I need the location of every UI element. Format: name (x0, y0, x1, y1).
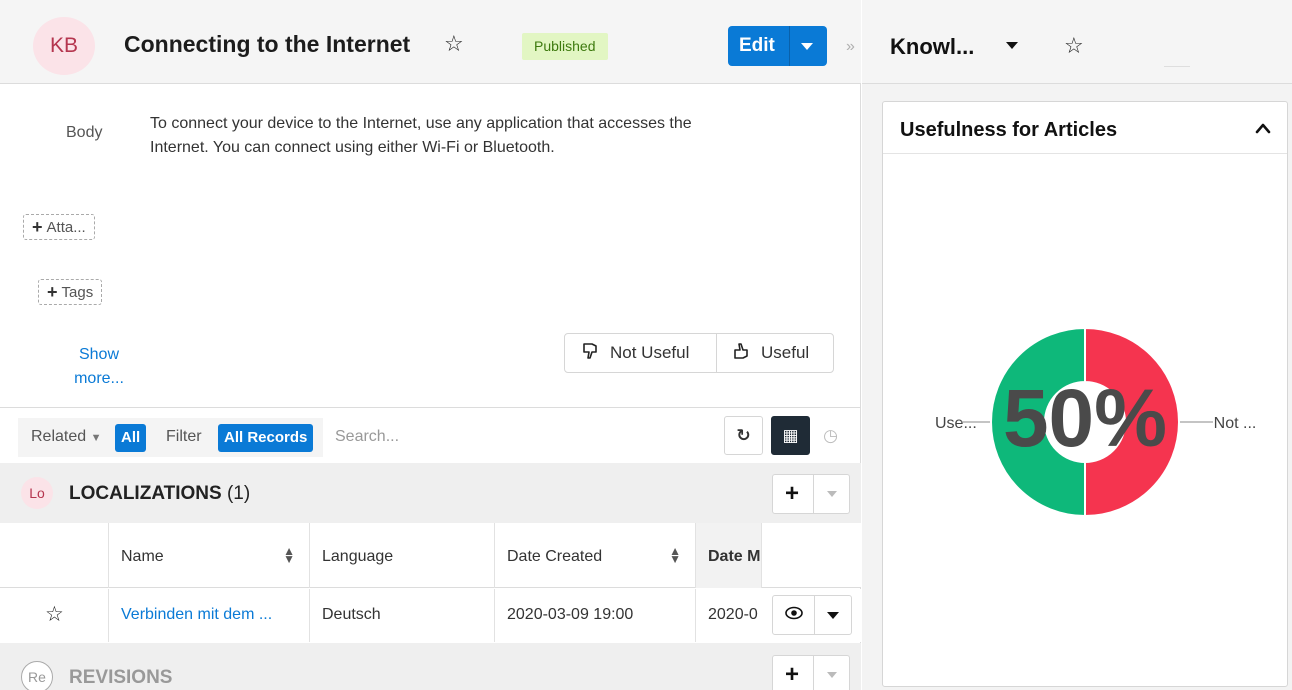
favorite-star-icon[interactable]: ☆ (444, 31, 464, 57)
status-badge[interactable]: Published (522, 33, 608, 60)
body-field-value[interactable]: To connect your device to the Internet, … (150, 112, 700, 160)
edit-button-divider (789, 26, 790, 66)
usefulness-vote-group: Not Useful Useful (564, 333, 834, 373)
add-divider (813, 656, 814, 690)
collapse-chevron-icon[interactable] (1255, 118, 1271, 139)
preview-eye-icon[interactable] (785, 606, 803, 625)
edit-button[interactable]: Edit (728, 26, 827, 66)
related-label: Related (31, 428, 87, 445)
row-actions-divider (814, 596, 815, 634)
column-name-label: Name (121, 548, 164, 565)
pie-center-label: 50% (1003, 373, 1167, 464)
row-favorite-star-icon[interactable]: ☆ (45, 602, 64, 627)
sidebar-favorite-star-icon[interactable]: ☆ (1064, 33, 1084, 59)
activity-view-toggle[interactable]: ◷ (811, 416, 850, 455)
sidebar-header-divider (1164, 66, 1190, 67)
column-date-created-label: Date Created (507, 548, 603, 565)
column-divider (761, 523, 762, 588)
module-avatar: KB (33, 17, 95, 75)
useful-button[interactable]: Useful (733, 334, 809, 372)
row-actions-group (772, 595, 852, 635)
dashlet-title: Usefulness for Articles (900, 119, 1118, 141)
column-header-language[interactable]: Language (309, 523, 494, 588)
list-view-toggle[interactable]: ▦ (771, 416, 810, 455)
thumbs-up-icon (733, 342, 751, 365)
caret-down-icon: ▼ (90, 432, 102, 444)
revisions-title: REVISIONS (69, 667, 173, 688)
localizations-avatar: Lo (21, 477, 53, 509)
localizations-table-header: Name ▲ ▼ Language Date Created ▲ ▼ Date M (0, 523, 861, 588)
plus-icon: + (32, 216, 43, 237)
clock-icon: ◷ (823, 425, 838, 445)
add-localization-plus-icon[interactable]: + (785, 480, 799, 508)
add-divider (813, 475, 814, 513)
sidebar-dashboard-dropdown-icon[interactable] (1006, 42, 1018, 49)
collapse-sidebar-icon[interactable]: » (846, 38, 855, 56)
sidebar-header: Knowl... ☆ (862, 0, 1292, 84)
localizations-title: LOCALIZATIONS (1) (69, 483, 250, 505)
revisions-add-group: + (772, 655, 850, 690)
sort-icon: ▲ ▼ (283, 544, 295, 566)
record-title: Connecting to the Internet (124, 31, 411, 57)
row-language: Deutsch (309, 589, 494, 642)
refresh-icon: ↻ (736, 425, 751, 445)
sidebar-title[interactable]: Knowl... (890, 34, 974, 60)
add-attachment-button[interactable]: + Atta... (23, 214, 95, 240)
table-row: ☆ Verbinden mit dem ... Deutsch 2020-03-… (0, 589, 861, 642)
filter-label: Filter (166, 428, 202, 445)
plus-icon: + (47, 281, 58, 302)
localizations-title-text: LOCALIZATIONS (69, 483, 222, 504)
column-language-label: Language (322, 548, 394, 565)
slice-label-useful: Use... (935, 415, 977, 432)
related-dropdown[interactable]: Related ▼ (31, 428, 102, 446)
add-attachment-label: Atta... (46, 218, 86, 236)
row-date-created: 2020-03-09 19:00 (494, 589, 695, 642)
sidebar-panel: Knowl... ☆ Usefulness for Articles Use..… (862, 0, 1292, 690)
row-actions-dropdown-icon[interactable] (827, 612, 839, 619)
localizations-actions-dropdown-icon[interactable] (827, 491, 837, 497)
record-view: KB Connecting to the Internet ☆ Publishe… (0, 0, 861, 690)
sort-icon: ▲ ▼ (669, 544, 681, 566)
column-date-modified-label: Date M (708, 548, 761, 565)
slice-label-not-useful: Not ... (1214, 415, 1257, 432)
related-search-input[interactable]: Search... (323, 418, 670, 457)
vote-divider (716, 334, 717, 372)
thumbs-down-icon (582, 342, 600, 365)
useful-label: Useful (761, 343, 810, 362)
column-header-name[interactable]: Name ▲ ▼ (108, 523, 309, 588)
usefulness-dashlet: Usefulness for Articles Use... Not ... 5… (882, 101, 1288, 687)
record-header: KB Connecting to the Internet ☆ Publishe… (0, 0, 861, 84)
related-toolbar: Related ▼ All Filter All Records Search.… (0, 407, 861, 462)
localizations-subpanel-header[interactable]: Lo LOCALIZATIONS (1) + (0, 463, 861, 523)
add-revision-plus-icon[interactable]: + (785, 661, 799, 689)
row-name-link[interactable]: Verbinden mit dem ... (108, 589, 309, 642)
filter-all-records-pill[interactable]: All Records (218, 424, 314, 452)
row-date-modified: 2020-0 (695, 589, 761, 642)
add-tags-label: Tags (61, 283, 94, 301)
column-header-date-created[interactable]: Date Created ▲ ▼ (494, 523, 695, 588)
edit-button-label: Edit (739, 35, 775, 56)
localizations-count: (1) (226, 483, 251, 504)
column-header-date-modified[interactable]: Date M (695, 523, 761, 588)
related-all-pill[interactable]: All (115, 424, 147, 452)
revisions-actions-dropdown-icon[interactable] (827, 672, 837, 678)
refresh-button[interactable]: ↻ (724, 416, 763, 455)
edit-actions-dropdown-icon[interactable] (801, 43, 813, 50)
revisions-avatar: Re (21, 661, 53, 690)
body-field-label: Body (66, 124, 103, 141)
table-grid-icon: ▦ (782, 425, 799, 445)
revisions-subpanel-header[interactable]: Re REVISIONS + (0, 643, 861, 690)
not-useful-label: Not Useful (610, 343, 690, 362)
show-more-link[interactable]: Show more... (64, 343, 134, 391)
localizations-add-group: + (772, 474, 850, 514)
usefulness-pie-chart: Use... Not ... 50% (935, 326, 1257, 518)
add-tags-button[interactable]: + Tags (38, 279, 103, 305)
not-useful-button[interactable]: Not Useful (582, 334, 689, 372)
